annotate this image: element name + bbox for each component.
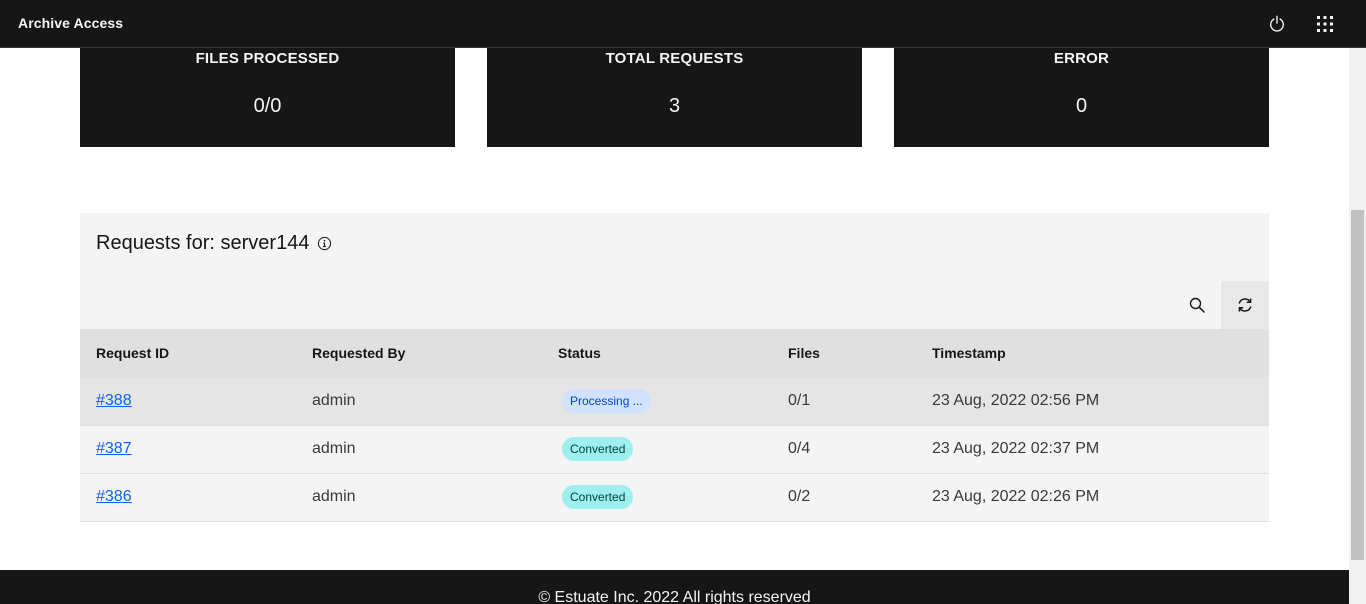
scrollbar-thumb[interactable] — [1351, 210, 1364, 560]
refresh-icon — [1238, 298, 1252, 312]
copyright-text: © Estuate Inc. 2022 All rights reserved — [538, 589, 811, 604]
information-icon[interactable] — [317, 236, 332, 251]
files-cell: 0/2 — [788, 488, 811, 505]
stat-files-processed: FILES PROCESSED 0/0 — [80, 48, 455, 147]
status-badge: Processing ... — [562, 388, 651, 413]
timestamp-cell: 23 Aug, 2022 02:37 PM — [932, 440, 1100, 457]
stat-value: 3 — [668, 95, 681, 117]
stat-value: 0/0 — [253, 95, 282, 117]
requested-by-cell: admin — [312, 488, 356, 505]
app-title[interactable]: Archive Access — [18, 15, 123, 31]
app-switcher-button[interactable] — [1301, 0, 1349, 48]
table-header-row: Request ID Requested By Status Files Tim… — [80, 329, 1269, 377]
stat-error: ERROR 0 — [894, 48, 1269, 147]
requests-title-text: Requests for: server144 — [96, 232, 310, 254]
requested-by-cell: admin — [312, 391, 356, 409]
column-header-request-id[interactable]: Request ID — [80, 329, 296, 377]
page-footer: © Estuate Inc. 2022 All rights reserved — [0, 570, 1349, 604]
table-row[interactable]: #388 admin Processing ... 0/1 23 Aug, 20… — [80, 377, 1269, 425]
table-row[interactable]: #387 admin Converted 0/4 23 Aug, 2022 02… — [80, 425, 1269, 473]
requested-by-cell: admin — [312, 440, 356, 457]
request-id-link[interactable]: #386 — [96, 488, 132, 505]
timestamp-cell: 23 Aug, 2022 02:56 PM — [932, 391, 1100, 409]
table-row[interactable]: #386 admin Converted 0/2 23 Aug, 2022 02… — [80, 473, 1269, 521]
stat-total-requests: TOTAL REQUESTS 3 — [487, 48, 862, 147]
requests-table: Request ID Requested By Status Files Tim… — [80, 329, 1269, 522]
app-switcher-icon — [1317, 16, 1333, 32]
status-badge: Converted — [562, 485, 634, 509]
request-id-link[interactable]: #387 — [96, 440, 132, 457]
page: Archive Access FILES PROCESSED 0/0 TOTAL… — [0, 0, 1366, 604]
stat-value: 0 — [1075, 95, 1088, 117]
request-id-link[interactable]: #388 — [96, 392, 132, 409]
stat-label: ERROR — [1053, 50, 1110, 67]
column-header-files[interactable]: Files — [772, 329, 916, 377]
search-icon — [1189, 297, 1205, 313]
power-icon — [1270, 15, 1284, 32]
requests-panel: Requests for: server144 Request ID Reque… — [80, 213, 1269, 522]
requests-title: Requests for: server144 — [96, 232, 332, 255]
table-search-button[interactable] — [1173, 281, 1221, 329]
top-header: Archive Access — [0, 0, 1366, 48]
column-header-status[interactable]: Status — [542, 329, 772, 377]
timestamp-cell: 23 Aug, 2022 02:26 PM — [932, 488, 1100, 505]
column-header-requested-by[interactable]: Requested By — [296, 329, 542, 377]
stat-label: TOTAL REQUESTS — [605, 50, 744, 67]
power-button[interactable] — [1253, 0, 1301, 48]
status-badge: Converted — [562, 437, 634, 461]
stat-label: FILES PROCESSED — [195, 50, 340, 67]
files-cell: 0/4 — [788, 440, 811, 457]
files-cell: 0/1 — [788, 391, 811, 409]
table-refresh-button[interactable] — [1221, 281, 1269, 329]
column-header-timestamp[interactable]: Timestamp — [916, 329, 1269, 377]
